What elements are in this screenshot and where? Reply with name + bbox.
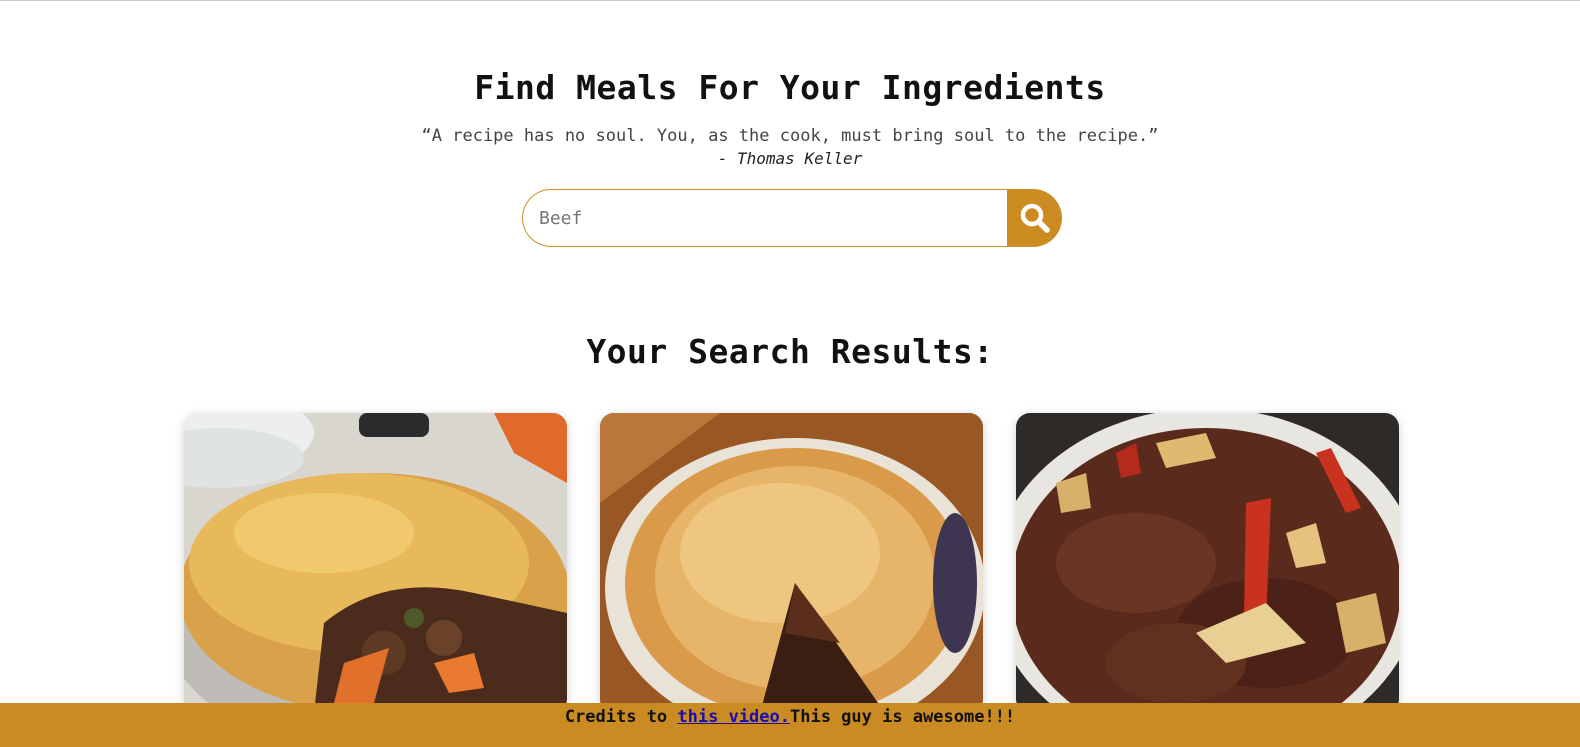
beef-stew-photo xyxy=(1016,413,1399,713)
top-divider xyxy=(0,0,1580,1)
credits-link[interactable]: this video. xyxy=(677,707,790,727)
page-title: Find Meals For Your Ingredients xyxy=(474,68,1106,107)
quote-author: - Thomas Keller xyxy=(717,149,863,168)
search-icon xyxy=(1020,203,1050,233)
meal-card[interactable] xyxy=(1016,413,1399,713)
beef-pie-photo xyxy=(184,413,567,713)
footer-credits: Credits to this video.This guy is awesom… xyxy=(0,703,1580,747)
quote-text: “A recipe has no soul. You, as the cook,… xyxy=(421,126,1159,146)
search-input[interactable] xyxy=(522,189,1008,247)
search-bar xyxy=(522,189,1062,249)
meal-card[interactable] xyxy=(184,413,567,713)
beef-pie-slice-photo xyxy=(600,413,983,713)
footer-suffix: This guy is awesome!!! xyxy=(790,707,1016,727)
results-heading: Your Search Results: xyxy=(586,332,994,371)
meal-card[interactable] xyxy=(600,413,983,713)
search-button[interactable] xyxy=(1007,189,1062,247)
footer-prefix: Credits to xyxy=(564,707,678,727)
